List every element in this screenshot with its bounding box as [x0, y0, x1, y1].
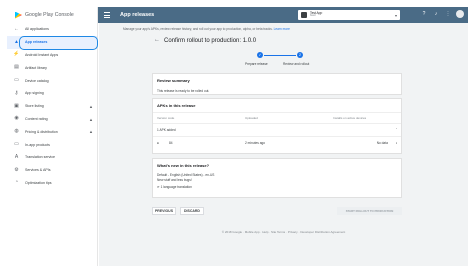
sidebar-item-pricing-distribution[interactable]: ◍ Pricing & distribution ▲ — [7, 125, 97, 138]
review-summary-heading: Review summary — [157, 78, 190, 83]
step-connector — [264, 54, 296, 56]
back-arrow-icon[interactable]: ← — [154, 37, 160, 43]
review-summary-card: Review summary This release is ready to … — [152, 73, 402, 95]
translate-icon: A — [14, 153, 19, 160]
avatar[interactable] — [456, 10, 464, 18]
instant-icon: ⚡ — [13, 51, 20, 58]
footer: © 2018 Google · Mobile App · Help · Site… — [221, 230, 346, 234]
apk-group-row[interactable]: 1 APK added ˆ — [153, 124, 401, 137]
chevron-down-icon: ▾ — [394, 13, 397, 18]
discard-button[interactable]: DISCARD — [180, 207, 204, 215]
page-title: Confirm rollout to production: 1.0.0 — [164, 38, 257, 44]
apks-card: APKs in this release Version code Upload… — [152, 98, 402, 154]
whats-new-card: What's new in this release? Default - En… — [152, 158, 402, 198]
column-installs: Installs on active devices — [333, 116, 367, 120]
whats-new-heading: What's new in this release? — [157, 163, 210, 168]
page-section-title: App releases — [120, 12, 155, 18]
sidebar-item-label: Store listing — [25, 104, 44, 109]
app-package: fixed — [310, 14, 316, 18]
sidebar-item-label: Services & APIs — [25, 168, 51, 173]
apks-table-header: Version code Uploaded Installs on active… — [153, 112, 401, 124]
devices-icon: ▭ — [14, 77, 19, 84]
app-selector[interactable]: Test App fixed ▾ — [298, 10, 400, 20]
warning-icon: ▲ — [89, 103, 93, 109]
sidebar-item-label: Android Instant Apps — [25, 52, 59, 57]
previous-button[interactable]: PREVIOUS — [152, 207, 176, 215]
translate-icon: ⟳ — [157, 185, 160, 189]
apk-group-label: 1 APK added — [157, 128, 176, 132]
sidebar-item-label: Pricing & distribution — [25, 129, 58, 134]
step-2-indicator: 2 — [297, 52, 303, 58]
step-1-check-icon: ✓ — [257, 52, 263, 58]
sidebar-item-translation-service[interactable]: A Translation service — [7, 151, 97, 164]
apk-uploaded: 2 minutes ago — [245, 141, 266, 145]
step-1-label: Prepare release — [245, 62, 268, 66]
apps-grid-icon[interactable]: ⋮ — [444, 10, 452, 18]
table-row: ● 84 2 minutes ago No data ▪ — [153, 137, 401, 149]
column-uploaded: Uploaded — [245, 116, 258, 120]
main-content: Manage your app's APKs, review release h… — [99, 23, 468, 266]
stepper: ✓ 2 Prepare release Review and rollout — [239, 52, 319, 72]
learn-more-link[interactable]: Learn more — [274, 27, 290, 31]
review-summary-text: This release is ready to be rolled out. — [157, 89, 210, 93]
sidebar-item-artifact-library[interactable]: ▤ Artifact library — [7, 61, 97, 74]
translations-label: 1 language translation — [160, 185, 192, 189]
apk-installs: No data — [376, 141, 388, 145]
hamburger-menu-icon[interactable] — [104, 10, 114, 20]
top-bar: App releases Test App fixed ▾ ? ♪ ⋮ — [98, 7, 468, 23]
sidebar-item-label: Device catalog — [25, 78, 49, 83]
warning-icon: ▲ — [89, 129, 93, 135]
delete-icon[interactable]: ▪ — [396, 141, 397, 145]
chevron-up-icon[interactable]: ˆ — [396, 128, 397, 132]
rocket-icon: ▲ — [14, 38, 19, 45]
android-icon: ● — [157, 141, 159, 145]
bell-icon[interactable]: ♪ — [432, 10, 440, 18]
sidebar-item-label: Translation service — [25, 155, 56, 160]
sidebar: ← All applications ▲ App releases ⚡ Andr… — [7, 23, 98, 266]
sidebar-item-device-catalog[interactable]: ▭ Device catalog — [7, 74, 97, 87]
sidebar-item-label: Content rating — [25, 116, 48, 121]
column-version-code: Version code — [157, 116, 175, 120]
store-icon: ▣ — [14, 102, 19, 109]
sidebar-item-label: App releases — [25, 40, 48, 45]
apks-heading: APKs in this release — [157, 103, 196, 108]
sidebar-item-services-apis[interactable]: ⚙ Services & APIs — [7, 164, 97, 177]
rating-icon: ◉ — [14, 115, 19, 122]
brand-name: Google Play Console — [25, 12, 74, 18]
brand[interactable]: Google Play Console — [7, 7, 98, 23]
lightbulb-icon: ◔ — [14, 179, 19, 186]
sidebar-item-label: All applications — [25, 27, 49, 32]
globe-icon: ◍ — [14, 128, 19, 135]
sidebar-item-in-app-products[interactable]: ▭ In-app products — [7, 138, 97, 151]
google-play-logo-icon — [15, 11, 22, 19]
sidebar-item-content-rating[interactable]: ◉ Content rating ▲ — [7, 113, 97, 126]
help-icon[interactable]: ? — [420, 10, 428, 18]
step-2-label: Review and rollout — [283, 62, 310, 66]
sidebar-item-all-applications[interactable]: ← All applications — [7, 23, 97, 36]
sidebar-item-label: App signing — [25, 91, 44, 96]
back-arrow-icon: ← — [14, 25, 19, 32]
sidebar-item-label: Optimization tips — [25, 180, 52, 185]
sidebar-item-optimization-tips[interactable]: ◔ Optimization tips — [7, 177, 97, 190]
warning-icon: ▲ — [89, 116, 93, 122]
library-icon: ▤ — [14, 64, 19, 71]
page-frame: Google Play Console App releases Test Ap… — [0, 0, 474, 266]
sidebar-item-instant-apps[interactable]: ⚡ Android Instant Apps — [7, 49, 97, 62]
sidebar-item-app-signing[interactable]: ⚷ App signing — [7, 87, 97, 100]
cart-icon: ▭ — [14, 141, 19, 148]
start-rollout-button[interactable]: START ROLLOUT TO PRODUCTION — [337, 207, 402, 215]
sidebar-item-app-releases[interactable]: ▲ App releases — [7, 35, 97, 49]
intro-body: Manage your app's APKs, review release h… — [123, 27, 273, 31]
sidebar-item-label: Artifact library — [25, 65, 47, 70]
app-icon — [301, 12, 307, 18]
translations-row[interactable]: ⟳ 1 language translation — [153, 182, 401, 190]
services-icon: ⚙ — [14, 166, 19, 173]
intro-text: Manage your app's APKs, review release h… — [123, 27, 290, 31]
key-icon: ⚷ — [14, 89, 19, 96]
apk-version: 84 — [169, 141, 173, 145]
sidebar-item-store-listing[interactable]: ▣ Store listing ▲ — [7, 100, 97, 113]
sidebar-item-label: In-app products — [25, 142, 50, 147]
